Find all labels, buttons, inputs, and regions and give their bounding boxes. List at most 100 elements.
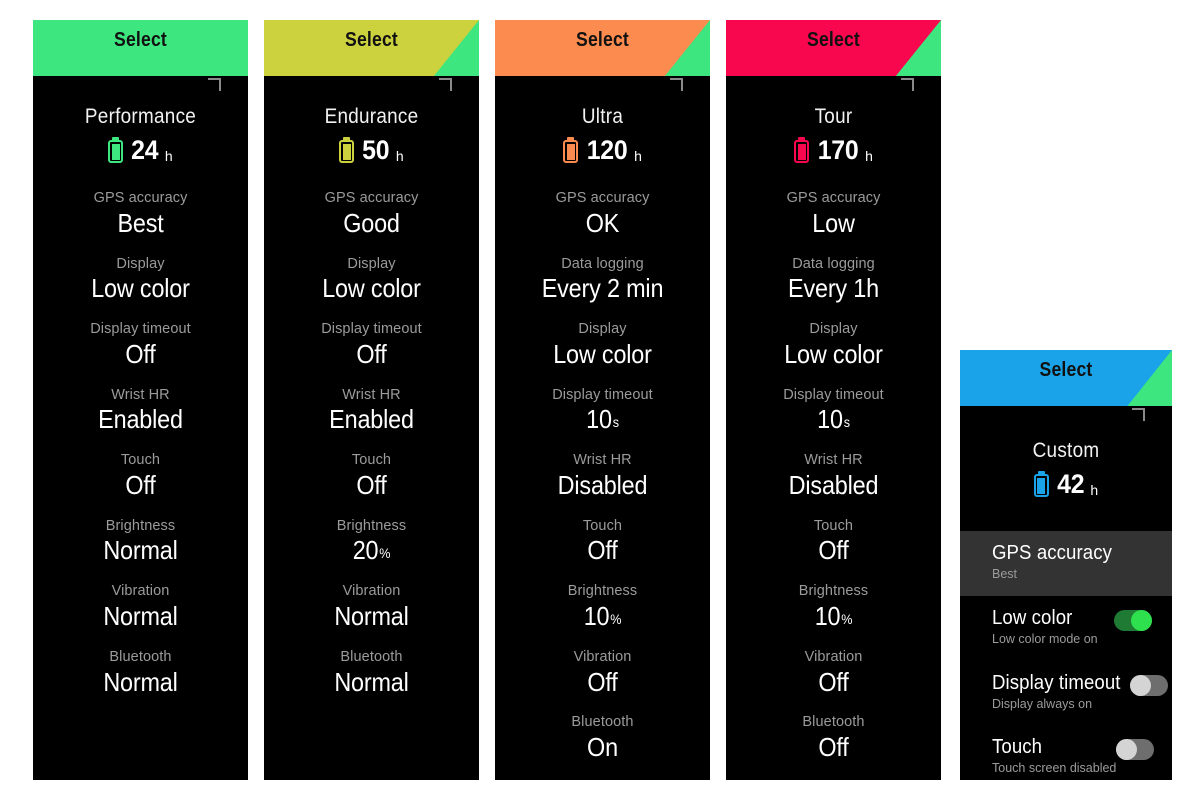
setting-row: Vibration Off xyxy=(495,648,710,698)
corner-hint-icon xyxy=(439,78,452,91)
setting-label: Brightness xyxy=(336,517,407,534)
setting-label: Display timeout xyxy=(90,321,191,338)
setting-value-text: Enabled xyxy=(98,404,183,435)
mode-panel-performance[interactable]: Select Performance 24 h GPS accuracy Best Disp… xyxy=(33,20,248,780)
option-text: Low color Low color mode on xyxy=(992,607,1114,649)
setting-value-text: Enabled xyxy=(329,404,414,435)
mode-panel-ultra[interactable]: Select Ultra 120 h GPS accuracy OK Data loggin… xyxy=(495,20,710,780)
setting-row: Brightness 10% xyxy=(726,582,941,632)
mode-name: Ultra xyxy=(581,105,624,128)
panel-body: Custom 42 h GPS accuracy Best Low color Low co… xyxy=(960,406,1172,780)
setting-value: Normal xyxy=(275,667,469,698)
option-row[interactable]: GPS accuracy Best xyxy=(960,531,1172,596)
setting-row: Display Low color xyxy=(495,320,710,370)
setting-row: GPS accuracy Good xyxy=(264,189,479,239)
setting-value-unit: % xyxy=(379,545,391,562)
panel-header: Select xyxy=(264,20,479,76)
setting-label: Display xyxy=(347,255,396,272)
setting-row: Vibration Normal xyxy=(264,582,479,632)
setting-value-text: Every 1h xyxy=(788,273,879,304)
select-button-label[interactable]: Select xyxy=(973,359,1160,382)
setting-label: Vibration xyxy=(342,583,401,600)
setting-row: GPS accuracy OK xyxy=(495,189,710,239)
panel-header: Select xyxy=(726,20,941,76)
option-title: GPS accuracy xyxy=(992,542,1112,565)
setting-row: Display timeout Off xyxy=(264,320,479,370)
battery-fill xyxy=(797,143,806,160)
setting-row: Touch Off xyxy=(264,451,479,501)
setting-value-text: On xyxy=(587,732,618,763)
setting-value-text: Low color xyxy=(91,273,190,304)
setting-value: Every 2 min xyxy=(506,273,700,304)
panel-body: Endurance 50 h GPS accuracy Good Display Low c… xyxy=(264,76,479,697)
battery-hours-value: 42 xyxy=(1057,468,1085,499)
setting-value-text: Low color xyxy=(322,273,421,304)
select-button-label[interactable]: Select xyxy=(277,29,466,52)
setting-label: Display xyxy=(116,255,165,272)
setting-value-text: Normal xyxy=(103,535,178,566)
setting-value: Off xyxy=(44,339,238,370)
setting-value-text: Off xyxy=(125,338,156,369)
screenshot-root: Select Performance 24 h GPS accuracy Best Disp… xyxy=(0,0,1202,802)
settings-list: GPS accuracy Best Display Low color Display … xyxy=(33,189,248,697)
option-row[interactable]: Touch Touch screen disabled xyxy=(960,725,1172,780)
setting-row: Bluetooth Normal xyxy=(33,648,248,698)
setting-value: Normal xyxy=(275,601,469,632)
corner-hint-icon xyxy=(670,78,683,91)
mode-panel-tour[interactable]: Select Tour 170 h GPS accuracy Low Data loggin… xyxy=(726,20,941,780)
option-toggle-switch[interactable] xyxy=(1116,739,1155,761)
setting-value: Off xyxy=(275,470,469,501)
setting-value: Good xyxy=(275,208,469,239)
setting-row: Wrist HR Enabled xyxy=(264,386,479,436)
option-row[interactable]: Display timeout Display always on xyxy=(960,661,1172,726)
setting-label: Wrist HR xyxy=(804,452,863,469)
setting-label: Display xyxy=(809,321,858,338)
panel-body: Tour 170 h GPS accuracy Low Data logging Every… xyxy=(726,76,941,763)
option-row[interactable]: Low color Low color mode on xyxy=(960,596,1172,661)
setting-value: Off xyxy=(275,339,469,370)
mode-panel-endurance[interactable]: Select Endurance 50 h GPS accuracy Good Displa… xyxy=(264,20,479,780)
battery-summary: 170 h xyxy=(726,133,941,167)
setting-row: Display timeout Off xyxy=(33,320,248,370)
select-button-label[interactable]: Select xyxy=(739,29,928,52)
battery-fill xyxy=(342,143,351,160)
setting-label: GPS accuracy xyxy=(786,190,881,207)
setting-label: Display timeout xyxy=(783,386,884,403)
option-toggle-switch[interactable] xyxy=(1114,609,1152,631)
panel-header: Select xyxy=(495,20,710,76)
option-text: Display timeout Display always on xyxy=(992,672,1130,714)
setting-row: Touch Off xyxy=(33,451,248,501)
option-title: Low color xyxy=(992,606,1073,629)
settings-list: GPS accuracy OK Data logging Every 2 min Dis… xyxy=(495,189,710,763)
setting-value-text: 10 xyxy=(814,600,841,631)
setting-row: GPS accuracy Low xyxy=(726,189,941,239)
select-button-label[interactable]: Select xyxy=(508,29,697,52)
custom-options-list: GPS accuracy Best Low color Low color mode … xyxy=(960,531,1172,780)
battery-summary: 42 h xyxy=(960,467,1172,501)
setting-row: Display Low color xyxy=(726,320,941,370)
option-subtitle: Touch screen disabled xyxy=(992,761,1117,776)
setting-value: Off xyxy=(737,535,931,566)
setting-value: 10% xyxy=(506,601,700,632)
setting-value: Low xyxy=(737,208,931,239)
setting-row: Touch Off xyxy=(495,517,710,567)
settings-list: GPS accuracy Low Data logging Every 1h Displ… xyxy=(726,189,941,763)
setting-row: Vibration Off xyxy=(726,648,941,698)
option-subtitle: Display always on xyxy=(992,696,1093,711)
setting-label: Display xyxy=(578,321,627,338)
option-toggle-switch[interactable] xyxy=(1130,674,1169,696)
option-title: Display timeout xyxy=(992,671,1121,694)
setting-label: Brightness xyxy=(798,583,869,600)
setting-label: Wrist HR xyxy=(573,452,632,469)
setting-value-text: Normal xyxy=(334,600,409,631)
setting-row: Display Low color xyxy=(33,255,248,305)
setting-value-text: Off xyxy=(587,535,618,566)
select-button-label[interactable]: Select xyxy=(46,29,235,52)
setting-row: Data logging Every 1h xyxy=(726,255,941,305)
setting-label: Data logging xyxy=(561,255,644,272)
battery-hours-value: 50 xyxy=(362,134,390,165)
setting-label: GPS accuracy xyxy=(324,190,419,207)
setting-label: Vibration xyxy=(804,648,863,665)
panel-header: Select xyxy=(33,20,248,76)
mode-panel-custom[interactable]: Select Custom 42 h GPS accuracy Best Low color… xyxy=(960,350,1172,780)
